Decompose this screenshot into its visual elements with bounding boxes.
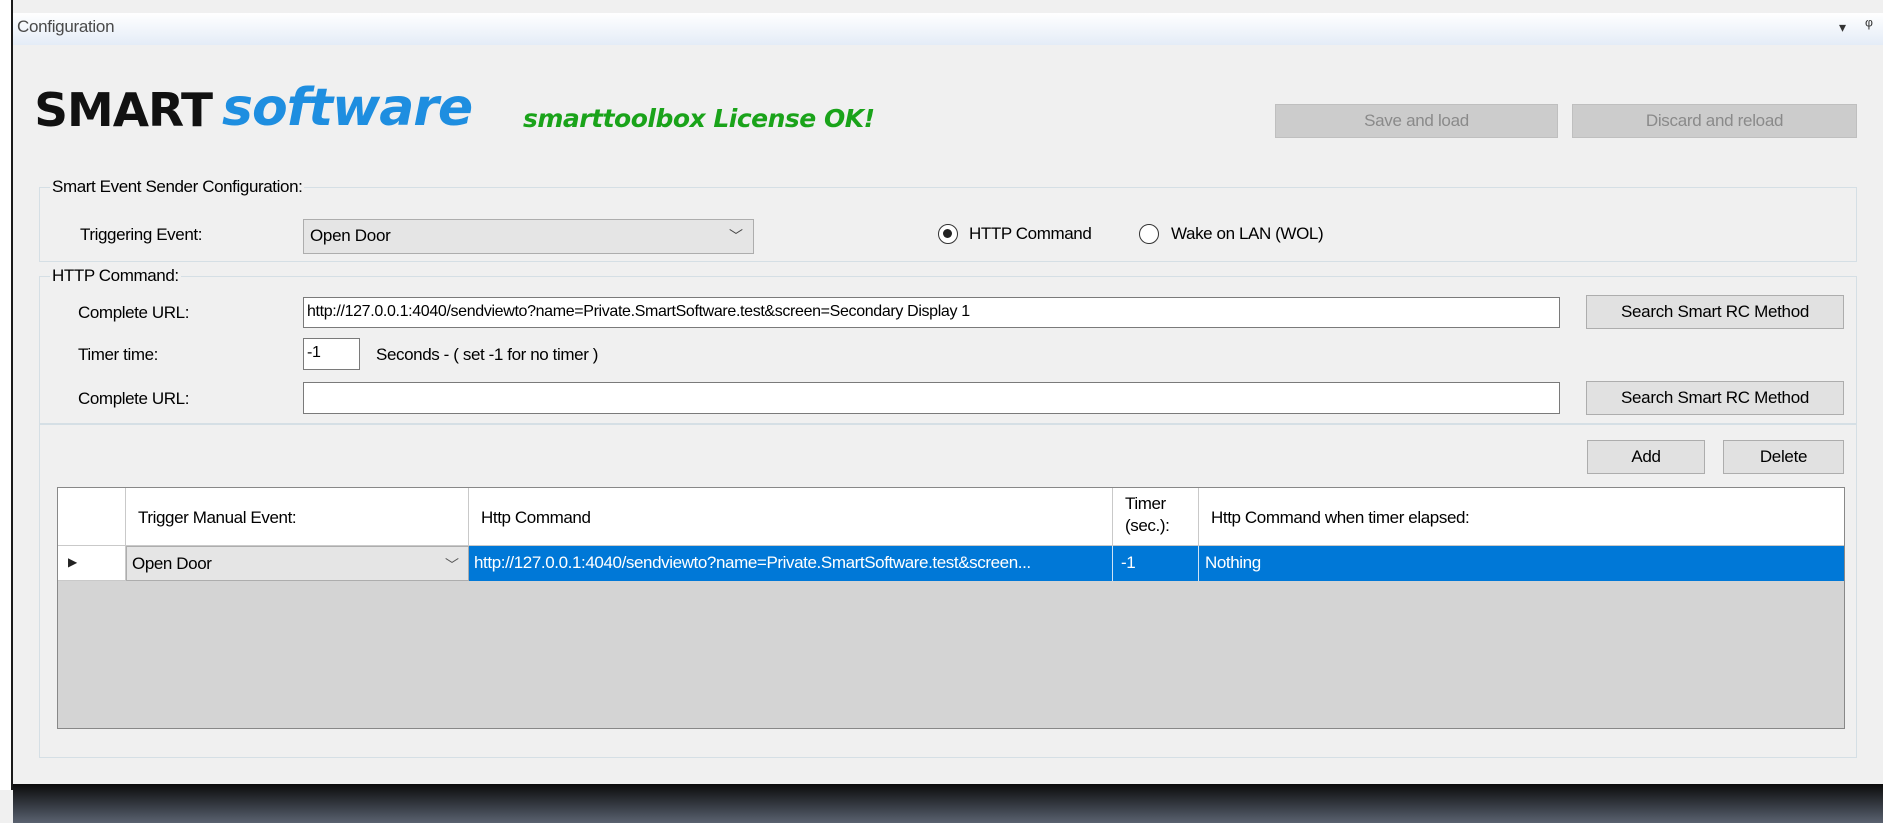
discard-and-reload-button[interactable]: Discard and reload: [1572, 104, 1857, 138]
wake-on-lan-radio[interactable]: [1139, 224, 1159, 244]
complete-url-2-input[interactable]: [303, 382, 1560, 414]
http-command-radio[interactable]: [938, 224, 958, 244]
table-row-http-command-cell[interactable]: http://127.0.0.1:4040/sendviewto?name=Pr…: [469, 546, 1113, 581]
row-current-icon: ▶: [68, 555, 77, 569]
table-row-trigger-cell[interactable]: Open Door ﹀: [126, 546, 469, 581]
http-command-group-label: HTTP Command:: [50, 266, 181, 286]
license-status: smarttoolbox License OK!: [523, 104, 875, 133]
row-header-corner: [58, 488, 126, 546]
save-and-load-button[interactable]: Save and load: [1275, 104, 1558, 138]
window-left-border: [0, 0, 13, 790]
manual-events-grid: Trigger Manual Event: Http Command Timer…: [57, 487, 1845, 729]
column-header-trigger[interactable]: Trigger Manual Event:: [126, 488, 469, 546]
complete-url-2-label: Complete URL:: [78, 389, 190, 408]
sender-config-group-label: Smart Event Sender Configuration:: [50, 177, 305, 197]
triggering-event-label: Triggering Event:: [80, 225, 203, 244]
timer-time-input[interactable]: -1: [303, 338, 360, 370]
pin-icon[interactable]: ᵠ: [1865, 15, 1873, 36]
chevron-down-icon: ﹀: [445, 557, 459, 573]
table-row-elapsed-command-cell[interactable]: Nothing: [1199, 546, 1844, 581]
complete-url-input[interactable]: http://127.0.0.1:4040/sendviewto?name=Pr…: [303, 297, 1560, 328]
logo-smart-text: SMART: [34, 83, 213, 137]
window-title: Configuration: [17, 17, 115, 36]
search-smart-rc-method-button-2[interactable]: Search Smart RC Method: [1586, 381, 1844, 415]
http-command-radio-label[interactable]: HTTP Command: [969, 224, 1092, 244]
logo-software-text: software: [222, 78, 473, 138]
triggering-event-value: Open Door: [310, 226, 391, 245]
column-header-http-command[interactable]: Http Command: [469, 488, 1113, 546]
title-bar: Configuration ▾ ᵠ: [13, 13, 1883, 45]
table-row-timer-cell[interactable]: -1: [1113, 546, 1199, 581]
triggering-event-select[interactable]: Open Door ﹀: [303, 219, 754, 254]
chevron-down-icon: ﹀: [729, 228, 743, 244]
timer-hint: Seconds - ( set -1 for no timer ): [376, 345, 599, 364]
wake-on-lan-radio-label[interactable]: Wake on LAN (WOL): [1171, 224, 1324, 244]
add-button[interactable]: Add: [1587, 440, 1705, 474]
dropdown-arrow-icon[interactable]: ▾: [1839, 19, 1846, 36]
row-header-selected[interactable]: ▶: [58, 546, 126, 581]
complete-url-label: Complete URL:: [78, 303, 190, 322]
column-header-elapsed-command[interactable]: Http Command when timer elapsed:: [1199, 488, 1844, 546]
delete-button[interactable]: Delete: [1723, 440, 1844, 474]
configuration-window: Configuration ▾ ᵠ SMART software smartto…: [0, 0, 1883, 823]
search-smart-rc-method-button-1[interactable]: Search Smart RC Method: [1586, 295, 1844, 329]
bottom-bar: [13, 784, 1883, 823]
timer-time-label: Timer time:: [78, 345, 158, 364]
column-header-timer[interactable]: Timer (sec.):: [1113, 488, 1199, 546]
